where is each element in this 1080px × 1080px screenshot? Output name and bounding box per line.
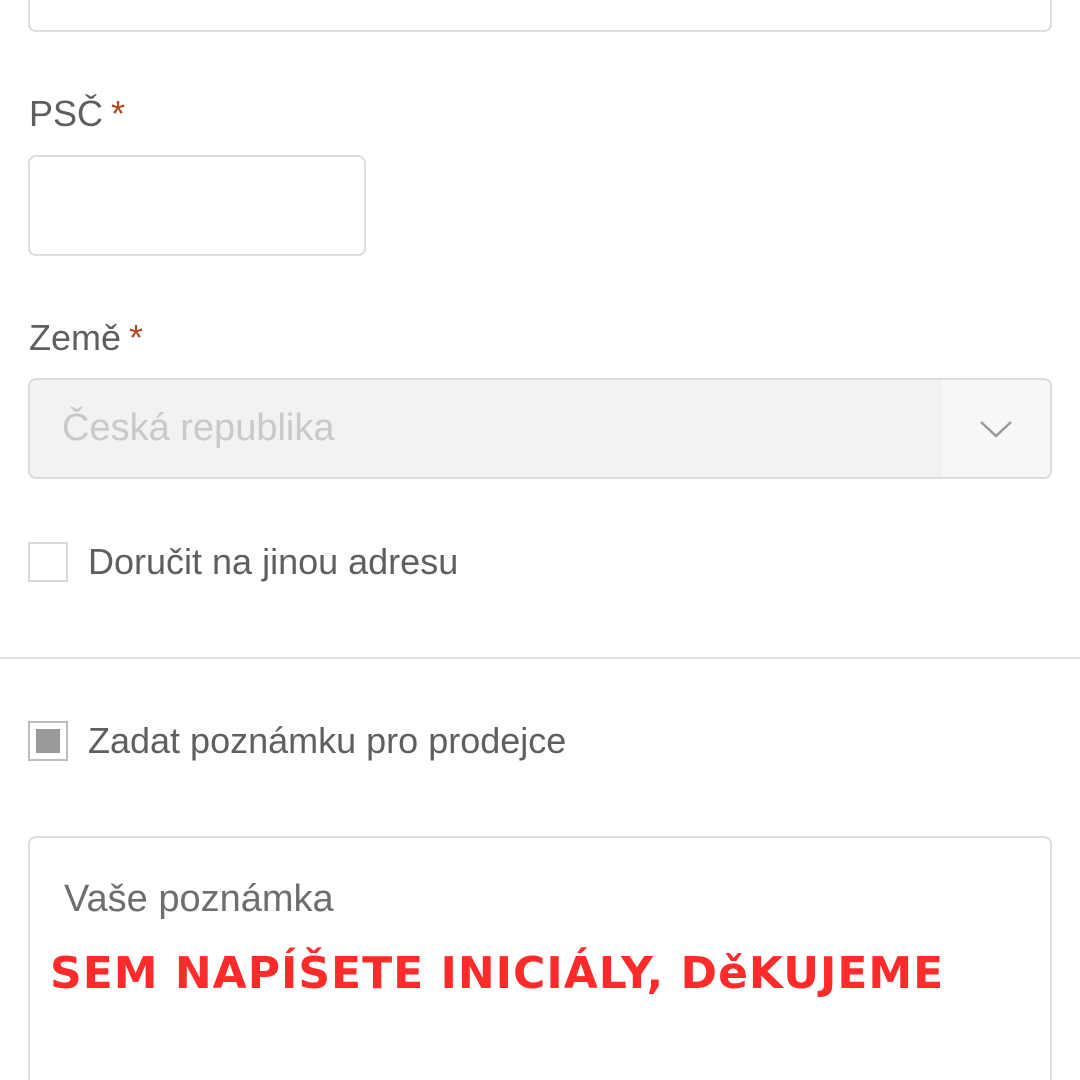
country-select[interactable]: Česká republika: [28, 378, 1052, 479]
section-divider: [0, 657, 1080, 659]
ship-different-address-label[interactable]: Doručit na jinou adresu: [88, 541, 458, 583]
seller-note-placeholder: Vaše poznámka: [64, 878, 334, 920]
country-label-text: Země: [29, 317, 122, 358]
postal-code-label-text: PSČ: [29, 93, 104, 134]
country-select-value: Česká republika: [62, 407, 335, 449]
seller-note-option[interactable]: Zadat poznámku pro prodejce: [28, 720, 566, 762]
chevron-down-icon[interactable]: [940, 380, 1050, 477]
ship-different-address-checkbox[interactable]: [28, 542, 68, 582]
ship-different-address-option[interactable]: Doručit na jinou adresu: [28, 541, 458, 583]
seller-note-checkbox[interactable]: [28, 721, 68, 761]
instruction-overlay-text: SEM NAPÍŠETE INICIÁLY, DěKUJEME: [50, 948, 945, 999]
required-mark: *: [129, 317, 144, 358]
checkbox-checked-mark: [36, 729, 60, 753]
required-mark: *: [111, 93, 126, 134]
postal-code-input[interactable]: [28, 155, 366, 256]
postal-code-label: PSČ *: [29, 96, 125, 132]
seller-note-label[interactable]: Zadat poznámku pro prodejce: [88, 720, 566, 762]
country-label: Země *: [29, 320, 143, 356]
previous-input-field[interactable]: [28, 0, 1052, 32]
